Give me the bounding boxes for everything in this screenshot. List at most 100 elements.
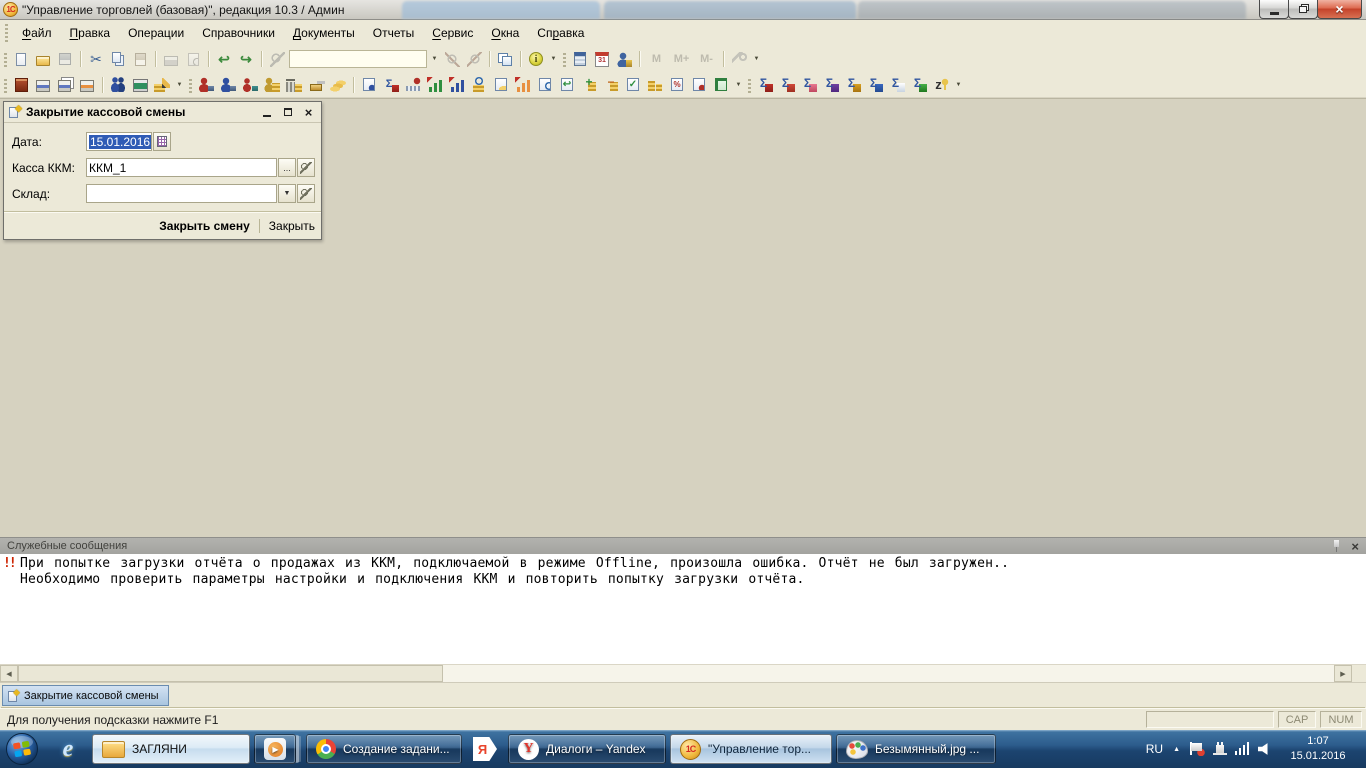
menu-help[interactable]: Справка	[528, 22, 593, 44]
dialog-minimize-button[interactable]	[260, 106, 273, 119]
taskbar-internet-explorer[interactable]: e	[48, 734, 88, 764]
taskbar-folder-zaglyani[interactable]: ЗАГЛЯНИ	[92, 734, 250, 764]
dialog-close-button[interactable]: ×	[302, 106, 315, 119]
scroll-left-button[interactable]: ◀	[0, 665, 18, 682]
customer-return-icon[interactable]	[239, 75, 261, 95]
taskbar-paint[interactable]: Безымянный.jpg ...	[836, 734, 996, 764]
menu-service[interactable]: Сервис	[423, 22, 482, 44]
report-customers-icon[interactable]: Σ	[798, 75, 820, 95]
memory-recall-button[interactable]: M	[644, 49, 669, 69]
dialog-maximize-button[interactable]	[281, 106, 294, 119]
window-tab-close-shift[interactable]: ◆ Закрытие кассовой смены	[2, 685, 169, 706]
window-title-bar[interactable]: 1С "Управление торговлей (базовая)", ред…	[0, 0, 1366, 20]
sklad-input[interactable]	[89, 187, 274, 201]
minimize-button[interactable]	[1259, 0, 1289, 19]
z-report-key-icon[interactable]: z	[930, 75, 952, 95]
trade-toolbar-grip[interactable]	[1, 75, 10, 95]
sklad-open-button[interactable]	[297, 184, 315, 203]
undo-icon[interactable]: ↩	[213, 49, 235, 69]
restore-button[interactable]	[1288, 0, 1318, 19]
menu-reports[interactable]: Отчеты	[364, 22, 423, 44]
coins-income-icon[interactable]: +	[578, 75, 600, 95]
report-purchases-icon[interactable]: Σ	[776, 75, 798, 95]
copy-icon[interactable]	[107, 49, 129, 69]
sales-analysis-icon[interactable]: Σ	[380, 75, 402, 95]
messages-close-icon[interactable]: ×	[1351, 540, 1359, 553]
taskbar-1c-enterprise[interactable]: 1С "Управление тор...	[670, 734, 832, 764]
new-document-icon[interactable]	[10, 49, 32, 69]
retail-sales-icon[interactable]	[402, 75, 424, 95]
action-center-flag-icon[interactable]	[1190, 742, 1205, 756]
document-percent-icon[interactable]: %	[666, 75, 688, 95]
document-turnover-icon[interactable]	[534, 75, 556, 95]
find-previous-icon[interactable]	[441, 49, 463, 69]
counterparties-icon[interactable]	[107, 75, 129, 95]
service-settings-icon[interactable]	[728, 49, 750, 69]
scrollbar-track[interactable]	[443, 665, 1334, 682]
document-person-icon[interactable]	[688, 75, 710, 95]
search-icon[interactable]	[266, 49, 288, 69]
menu-documents[interactable]: Документы	[284, 22, 364, 44]
language-indicator[interactable]: RU	[1146, 742, 1163, 756]
close-dialog-button[interactable]: Закрыть	[269, 219, 315, 233]
toolbar-options-arrow[interactable]: ▼	[750, 49, 763, 69]
kkm-cabinet-icon[interactable]	[10, 75, 32, 95]
cut-icon[interactable]: ✂	[85, 49, 107, 69]
sklad-field[interactable]	[86, 184, 277, 203]
print-icon[interactable]	[160, 49, 182, 69]
calendar-icon[interactable]: 31	[591, 49, 613, 69]
incoming-payment-icon[interactable]	[261, 75, 283, 95]
report-document-icon[interactable]	[358, 75, 380, 95]
volume-icon[interactable]	[1258, 743, 1272, 756]
taskbar-media-player[interactable]: ▶	[254, 734, 296, 764]
coins-expense-icon[interactable]: −	[600, 75, 622, 95]
support-toolbar-grip[interactable]	[560, 49, 569, 69]
standard-toolbar-grip[interactable]	[1, 49, 10, 69]
memory-minus-button[interactable]: M-	[694, 49, 719, 69]
menu-file[interactable]: Файл	[13, 22, 61, 44]
trade-more-arrow[interactable]: ▼	[732, 75, 745, 95]
scroll-right-button[interactable]: ▶	[1334, 665, 1352, 682]
kkm-open-button[interactable]	[297, 158, 315, 177]
bank-payment-icon[interactable]	[283, 75, 305, 95]
information-icon[interactable]: i	[525, 49, 547, 69]
cash-register-slip-icon[interactable]	[76, 75, 98, 95]
coins-stack-icon[interactable]	[644, 75, 666, 95]
report-sales-icon[interactable]: Σ	[754, 75, 776, 95]
org-structure-icon[interactable]	[710, 75, 732, 95]
open-document-icon[interactable]	[32, 49, 54, 69]
user-permissions-icon[interactable]	[613, 49, 635, 69]
tray-expand-icon[interactable]: ▲	[1173, 746, 1180, 753]
customer-invoice-icon[interactable]	[217, 75, 239, 95]
sklad-dropdown-button[interactable]: ▼	[278, 184, 296, 203]
kkm-field[interactable]	[86, 158, 277, 177]
tile-windows-icon[interactable]	[494, 49, 516, 69]
information-dropdown-arrow[interactable]: ▼	[547, 49, 560, 69]
search-dropdown-arrow[interactable]: ▼	[428, 49, 441, 69]
chart-green-icon[interactable]	[424, 75, 446, 95]
service-messages-header[interactable]: Служебные сообщения ×	[0, 537, 1366, 554]
cash-register-document-icon[interactable]	[54, 75, 76, 95]
document-coins-icon[interactable]	[490, 75, 512, 95]
taskbar-clock[interactable]: 1:07 15.01.2016	[1282, 734, 1354, 764]
report-flag-gold-icon[interactable]: Σ	[842, 75, 864, 95]
power-plug-icon[interactable]	[1213, 742, 1227, 756]
reports-toolbar-grip[interactable]	[745, 75, 754, 95]
taskbar-yandex-browser[interactable]: Я	[466, 734, 504, 764]
customer-order-icon[interactable]	[195, 75, 217, 95]
document-approve-icon[interactable]: ✓	[622, 75, 644, 95]
calculator-icon[interactable]	[569, 49, 591, 69]
network-signal-icon[interactable]	[1235, 742, 1250, 756]
kkm-input[interactable]	[89, 161, 274, 175]
menu-operations[interactable]: Операции	[119, 22, 193, 44]
cash-register-display-icon[interactable]	[129, 75, 151, 95]
coins-icon[interactable]	[327, 75, 349, 95]
date-calendar-button[interactable]	[153, 132, 171, 151]
cash-register-report-icon[interactable]	[32, 75, 54, 95]
chart-blue-icon[interactable]	[446, 75, 468, 95]
report-check-icon[interactable]: Σ	[908, 75, 930, 95]
taskbar-chrome[interactable]: Создание задани...	[306, 734, 462, 764]
documents-toolbar-grip[interactable]	[186, 75, 195, 95]
kkm-select-button[interactable]: ...	[278, 158, 296, 177]
coins-turnover-icon[interactable]	[468, 75, 490, 95]
